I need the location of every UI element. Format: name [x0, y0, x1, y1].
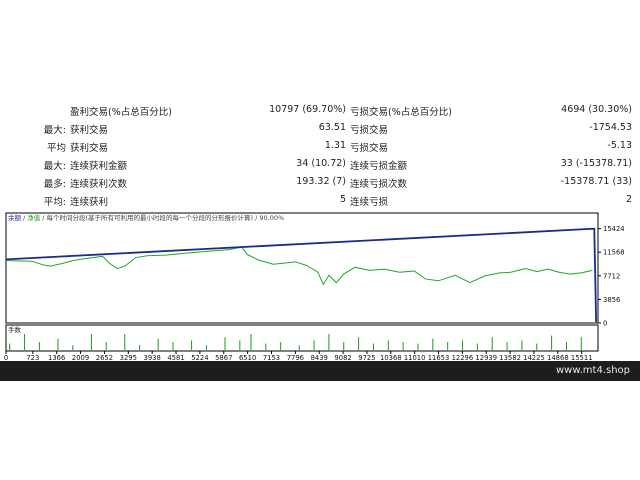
win-metric-name: 盈利交易(%占总百分比)	[70, 107, 172, 118]
legend-item: 净值	[27, 213, 41, 222]
x-tick-label: 1366	[48, 354, 65, 361]
row-label: 最大:	[43, 125, 66, 136]
x-tick-label: 2652	[96, 354, 113, 361]
loss-metric-name: 亏损交易	[350, 125, 389, 136]
site-watermark: www.mt4.shop	[555, 365, 630, 376]
x-tick-label: 0	[4, 354, 8, 361]
x-tick-label: 10368	[380, 354, 402, 361]
report-row: 最大: 获利交易 63.51 亏损交易 -1754.53	[0, 119, 640, 137]
row-label: 平均:	[43, 197, 66, 208]
win-metric-value: 10797 (69.70%)	[269, 104, 346, 115]
loss-metric-value: -15378.71 (33)	[560, 176, 632, 187]
loss-metric-value: 4694 (30.30%)	[561, 104, 632, 115]
win-metric-value: 63.51	[318, 122, 346, 133]
main-plot-frame	[5, 212, 599, 324]
win-metric-name: 获利交易	[70, 125, 109, 136]
loss-metric-name: 连续亏损次数	[350, 179, 408, 190]
x-tick-label: 9082	[334, 354, 351, 361]
chart-legend: 余额 / 净值 / 每个时间分段(基于所有可利用的最小时段的每一个分段的分形报价计算)…	[8, 213, 284, 222]
win-metric-name: 连续获利金额	[70, 161, 128, 172]
y-tick-label: 15424	[603, 225, 625, 233]
loss-metric-name: 亏损交易(%占总百分比)	[350, 107, 452, 118]
volume-label: 手数	[8, 325, 22, 334]
legend-item: / 每个时间分段(基于所有可利用的最小时段的每一个分段的分形报价计算) / 90…	[42, 213, 284, 222]
x-tick-label: 15511	[571, 354, 593, 361]
x-tick-label: 9725	[358, 354, 375, 361]
y-tick-label: 3856	[603, 296, 620, 304]
report-row: 最多: 连续获利次数 193.32 (7) 连续亏损次数 -15378.71 (33)	[0, 173, 640, 191]
report-table: 盈利交易(%占总百分比) 10797 (69.70%) 亏损交易(%占总百分比) 46…	[0, 101, 640, 211]
loss-metric-name: 连续亏损	[350, 197, 389, 208]
x-tick-label: 6510	[239, 354, 256, 361]
y-tick-label: 7712	[603, 272, 620, 280]
x-tick-label: 12939	[475, 354, 497, 361]
balance-chart: 余额 / 净值 / 每个时间分段(基于所有可利用的最小时段的每一个分段的分形报价计算)…	[0, 211, 640, 361]
loss-metric-name: 连续亏损金额	[350, 161, 408, 172]
win-metric-value: 5	[339, 194, 346, 205]
report-row: 平均 获利交易 1.31 亏损交易 -5.13	[0, 137, 640, 155]
x-tick-label: 5867	[215, 354, 232, 361]
x-tick-label: 14868	[547, 354, 569, 361]
win-metric-name: 连续获利	[70, 197, 109, 208]
x-tick-label: 2009	[72, 354, 89, 361]
win-metric-value: 34 (10.72)	[296, 158, 346, 169]
report-row: 平均: 连续获利 5 连续亏损 2	[0, 191, 640, 209]
loss-metric-value: -5.13	[607, 140, 632, 151]
row-label: 平均	[46, 143, 66, 154]
row-label: 最大:	[43, 161, 66, 172]
row-label: 最多:	[43, 179, 66, 190]
win-metric-value: 1.31	[324, 140, 346, 151]
x-tick-label: 3295	[120, 354, 137, 361]
x-tick-label: 3938	[144, 354, 161, 361]
loss-metric-name: 亏损交易	[350, 143, 389, 154]
y-tick-label: 11568	[603, 249, 625, 257]
win-metric-name: 连续获利次数	[70, 179, 128, 190]
report-row: 最大: 连续获利金额 34 (10.72) 连续亏损金额 33 (-15378.71)	[0, 155, 640, 173]
x-tick-label: 11010	[404, 354, 426, 361]
legend-item: 余额	[8, 213, 22, 222]
loss-metric-value: -1754.53	[589, 122, 632, 133]
win-metric-name: 获利交易	[70, 143, 109, 154]
x-tick-label: 14225	[523, 354, 545, 361]
chart-svg: 余额 / 净值 / 每个时间分段(基于所有可利用的最小时段的每一个分段的分形报价计算)…	[4, 212, 625, 361]
footer-bar: www.mt4.shop	[0, 361, 640, 381]
report-row: 盈利交易(%占总百分比) 10797 (69.70%) 亏损交易(%占总百分比) 46…	[0, 101, 640, 119]
loss-metric-value: 33 (-15378.71)	[560, 158, 632, 169]
x-tick-label: 4581	[167, 354, 184, 361]
x-tick-label: 7796	[287, 354, 304, 361]
x-tick-label: 7153	[263, 354, 280, 361]
loss-metric-value: 2	[625, 194, 632, 205]
x-tick-label: 11653	[428, 354, 450, 361]
volume-plot-frame	[5, 324, 599, 352]
x-tick-label: 8439	[311, 354, 328, 361]
win-metric-value: 193.32 (7)	[296, 176, 346, 187]
x-tick-label: 12296	[452, 354, 474, 361]
x-tick-label: 723	[26, 354, 39, 361]
x-tick-label: 5224	[191, 354, 208, 361]
y-tick-label: 0	[603, 320, 607, 328]
x-tick-label: 13582	[499, 354, 521, 361]
